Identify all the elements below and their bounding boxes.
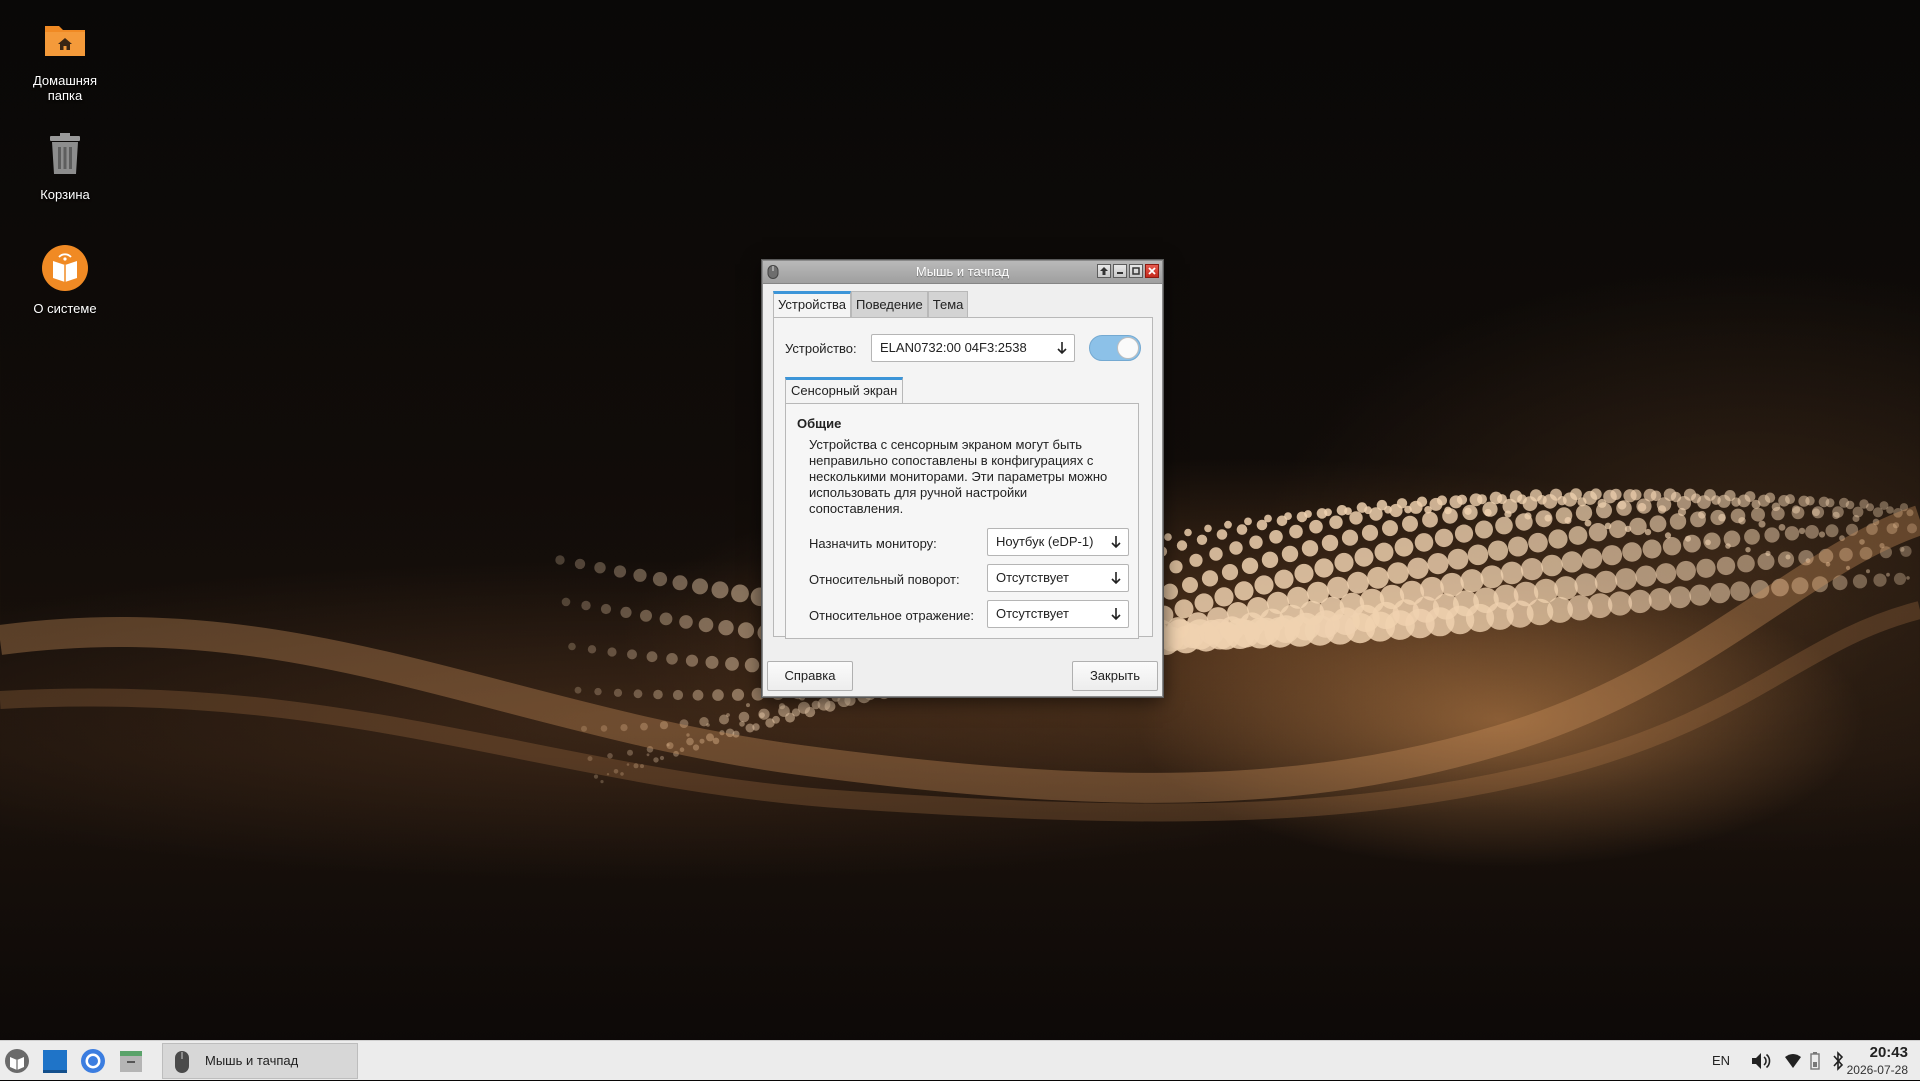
- file-manager-icon[interactable]: [118, 1048, 144, 1074]
- taskbar-task-mouse-touchpad[interactable]: Мышь и тачпад: [162, 1043, 358, 1079]
- tab-behavior[interactable]: Поведение: [851, 291, 928, 317]
- clock-time: 20:43: [1869, 1044, 1908, 1061]
- arrow-down-icon: [1111, 536, 1121, 549]
- desktop-icon-home[interactable]: Домашняя папка: [20, 16, 110, 103]
- wifi-icon[interactable]: [1784, 1053, 1802, 1069]
- general-group: Общие Устройства с сенсорным экраном мог…: [785, 403, 1139, 639]
- assign-monitor-select[interactable]: Ноутбук (eDP-1): [987, 528, 1129, 556]
- desktop-icon-trash[interactable]: Корзина: [20, 130, 110, 202]
- relative-reflection-value: Отсутствует: [996, 606, 1069, 621]
- dialog-tabs: Устройства Поведение Тема: [773, 291, 969, 317]
- desktop-icon-about-label: О системе: [33, 301, 97, 316]
- relative-rotation-label: Относительный поворот:: [809, 572, 960, 587]
- close-window-button[interactable]: [1145, 264, 1159, 278]
- tab-theme[interactable]: Тема: [927, 291, 969, 317]
- mouse-icon: [767, 265, 779, 279]
- group-title: Общие: [797, 416, 842, 431]
- minimize-icon: [1117, 272, 1123, 274]
- volume-icon[interactable]: [1750, 1051, 1772, 1071]
- desktop-icon-home-label: Домашняя папка: [32, 73, 98, 103]
- device-select-value: ELAN0732:00 04F3:2538: [880, 340, 1027, 355]
- close-button[interactable]: Закрыть: [1072, 661, 1158, 691]
- help-button[interactable]: Справка: [767, 661, 853, 691]
- group-description: Устройства с сенсорным экраном могут быт…: [809, 437, 1108, 516]
- assign-monitor-label: Назначить монитору:: [809, 536, 937, 551]
- mouse-icon: [175, 1051, 189, 1073]
- battery-icon[interactable]: [1810, 1052, 1820, 1070]
- title-bar[interactable]: Мышь и тачпад: [763, 261, 1162, 284]
- arrow-down-icon: [1111, 608, 1121, 621]
- taskbar: Мышь и тачпад EN 20:43 2026-07-28: [0, 1040, 1920, 1080]
- about-system-icon: [42, 245, 88, 291]
- device-select[interactable]: ELAN0732:00 04F3:2538: [871, 334, 1075, 362]
- assign-monitor-value: Ноутбук (eDP-1): [996, 534, 1094, 549]
- mouse-touchpad-dialog: Мышь и тачпад Устройства Поведение Тема …: [762, 260, 1163, 697]
- show-desktop-icon[interactable]: [42, 1048, 68, 1074]
- arrow-up-icon: [1100, 267, 1108, 275]
- minimize-button[interactable]: [1113, 264, 1127, 278]
- taskbar-task-label: Мышь и тачпад: [205, 1053, 299, 1068]
- relative-reflection-label: Относительное отражение:: [809, 608, 975, 623]
- clock-date: 2026-07-28: [1846, 1063, 1908, 1077]
- tab-devices[interactable]: Устройства: [773, 291, 852, 317]
- relative-reflection-select[interactable]: Отсутствует: [987, 600, 1129, 628]
- start-menu-icon[interactable]: [4, 1048, 30, 1074]
- keyboard-layout-indicator[interactable]: EN: [1712, 1041, 1730, 1081]
- arrow-down-icon: [1057, 342, 1067, 355]
- bluetooth-icon[interactable]: [1832, 1051, 1844, 1071]
- maximize-icon: [1132, 267, 1140, 275]
- home-folder-icon: [45, 26, 85, 56]
- maximize-button[interactable]: [1129, 264, 1143, 278]
- browser-icon[interactable]: [80, 1048, 106, 1074]
- trash-icon: [50, 133, 80, 174]
- close-icon: [1148, 267, 1156, 275]
- shade-button[interactable]: [1097, 264, 1111, 278]
- arrow-down-icon: [1111, 572, 1121, 585]
- desktop-icon-about[interactable]: О системе: [20, 244, 110, 316]
- clock[interactable]: 20:43 2026-07-28: [1847, 1044, 1908, 1078]
- relative-rotation-value: Отсутствует: [996, 570, 1069, 585]
- toggle-knob: [1117, 337, 1139, 359]
- relative-rotation-select[interactable]: Отсутствует: [987, 564, 1129, 592]
- dialog-title: Мышь и тачпад: [915, 264, 1010, 279]
- tab-touchscreen[interactable]: Сенсорный экран: [785, 377, 904, 403]
- desktop-icon-trash-label: Корзина: [40, 187, 90, 202]
- device-enabled-toggle[interactable]: [1089, 335, 1141, 361]
- device-label: Устройство:: [785, 341, 857, 356]
